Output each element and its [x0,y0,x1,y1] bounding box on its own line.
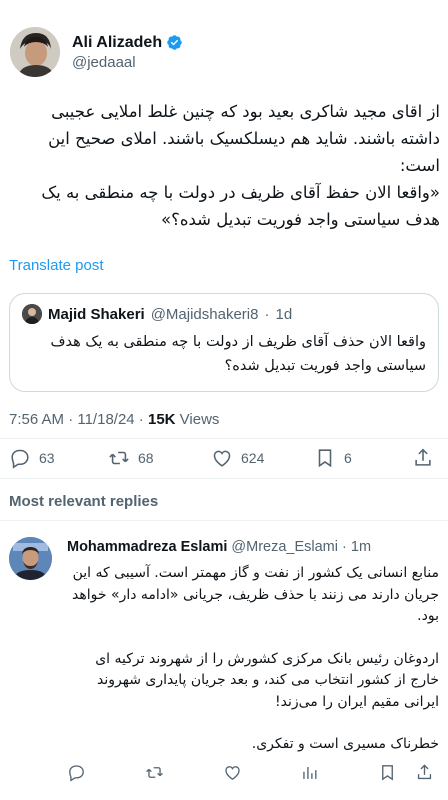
bookmark-icon [382,764,393,781]
verified-badge-icon [167,35,182,50]
reply-bookmark-button[interactable] [378,763,397,782]
repost-count: 68 [138,450,154,466]
author-avatar[interactable] [10,27,60,77]
tweet-actions: 63 68 624 6 [0,445,448,471]
reply-separator: · [342,539,347,555]
tweet-text: از اقای مجید شاکری بعید بود که چنین غلط … [8,98,440,233]
repost-icon [146,766,163,778]
author-handle[interactable]: @jedaaal [72,54,183,71]
tweet-author[interactable]: Ali Alizadeh @jedaaal [10,25,183,79]
repost-button[interactable]: 68 [108,447,154,469]
reply-paragraph-1: منابع انسانی یک کشور از نفت و گاز مهمتر … [72,565,439,624]
quoted-timestamp: 1d [275,305,293,323]
reply-count: 63 [39,450,55,466]
like-button[interactable]: 624 [211,447,264,469]
reply-paragraph-3: خطرناک مسیری است و تفکری. [251,736,439,752]
quoted-avatar [22,304,42,324]
share-icon [415,448,431,466]
tweet-paragraph: از اقای مجید شاکری بعید بود که چنین غلط … [48,102,440,175]
reply-actions [0,761,448,783]
quoted-text: واقعا الان حذف آقای ظریف از دولت با چه م… [50,334,426,374]
bookmark-button[interactable]: 6 [314,447,352,469]
reply-icon [11,449,29,469]
divider [0,520,448,521]
repost-icon [109,451,129,465]
like-count: 624 [241,450,265,466]
reply-author-name[interactable]: Mohammadreza Eslami [67,539,227,555]
bookmark-icon [318,449,332,468]
translate-post-link[interactable]: Translate post [9,257,104,274]
tweet-timestamp[interactable]: 7:56 AM · 11/18/24 · [9,411,148,428]
tweet-quote-line: «واقعا الان حفظ آقای ظریف در دولت با چه … [41,183,440,229]
reply-button[interactable]: 63 [9,447,55,469]
views-icon [303,766,317,779]
reply-icon [69,764,84,782]
quoted-author-name: Majid Shakeri [48,305,145,323]
reply-avatar[interactable] [9,537,52,580]
reply-timestamp[interactable]: 1m [351,539,371,555]
reply-paragraph-2: اردوغان رئیس بانک مرکزی کشورش را از شهرو… [95,650,439,710]
like-icon [225,765,240,780]
reply-views-button[interactable] [300,763,319,782]
share-icon [417,763,432,779]
bookmark-count: 6 [344,450,352,466]
reply-header: Mohammadreza Eslami @Mreza_Eslami · 1m [67,539,371,555]
views-count: 15K [147,411,176,428]
like-icon [213,450,231,467]
share-button[interactable] [412,447,434,469]
reply-text: منابع انسانی یک کشور از نفت و گاز مهمتر … [67,563,439,777]
quoted-author-handle: @Majidshakeri8 [150,305,259,323]
divider [0,438,448,439]
reply-share-button[interactable] [415,763,434,782]
replies-sort-header[interactable]: Most relevant replies [9,493,158,510]
reply-like-button[interactable] [223,763,242,782]
views-label: Views [175,411,220,428]
author-name[interactable]: Ali Alizadeh [72,34,162,52]
reply-repost-button[interactable] [145,763,164,782]
reply-author-handle[interactable]: @Mreza_Eslami [231,539,338,555]
quoted-separator: · [264,305,270,323]
divider [0,478,448,479]
tweet-meta: 7:56 AM · 11/18/24 · 15K Views [9,411,219,428]
quoted-tweet[interactable]: Majid Shakeri @Majidshakeri8 · 1d واقعا … [9,293,439,392]
reply-reply-button[interactable] [67,763,86,782]
